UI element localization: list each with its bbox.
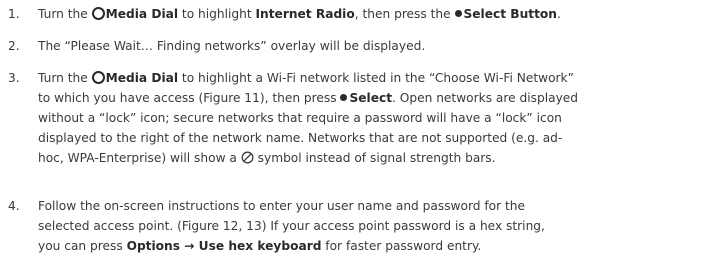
select-label: Select bbox=[349, 91, 393, 105]
no-entry-icon bbox=[241, 150, 254, 170]
select-button-icon bbox=[340, 94, 348, 101]
text-run: , then press the bbox=[354, 7, 455, 21]
select-button-label: Select Button bbox=[463, 7, 557, 21]
step-line: displayed to the right of the network na… bbox=[38, 131, 563, 145]
step-line: Follow the on-screen instructions to ent… bbox=[38, 199, 526, 213]
step-text: Follow the on-screen instructions to ent… bbox=[38, 196, 708, 256]
media-dial-label: Media Dial bbox=[105, 7, 179, 21]
step-text: Turn the Media Dial to highlight a Wi-Fi… bbox=[38, 68, 708, 168]
step-line: without a “lock” icon; secure networks t… bbox=[38, 111, 562, 125]
media-dial-icon bbox=[91, 71, 105, 84]
media-dial-label: Media Dial bbox=[105, 71, 179, 85]
select-button-icon bbox=[454, 10, 462, 17]
text-run: hoc, WPA-Enterprise) will show a bbox=[38, 151, 241, 165]
step-line: The “Please Wait… Finding networks” over… bbox=[38, 39, 426, 53]
internet-radio-label: Internet Radio bbox=[255, 7, 355, 21]
text-run: Turn the bbox=[38, 7, 92, 21]
text-run: for faster password entry. bbox=[321, 239, 482, 253]
step-line: to which you have access (Figure 11), th… bbox=[38, 88, 708, 108]
step-text: Turn the Media Dial to highlight Interne… bbox=[38, 4, 708, 24]
text-run: to which you have access (Figure 11), th… bbox=[38, 91, 341, 105]
step-line: Turn the Media Dial to highlight a Wi-Fi… bbox=[38, 68, 708, 88]
media-dial-icon bbox=[91, 7, 105, 20]
text-run: to highlight bbox=[178, 7, 256, 21]
step-number: 3. bbox=[8, 71, 20, 85]
step-number: 4. bbox=[8, 199, 20, 213]
step-text: The “Please Wait… Finding networks” over… bbox=[38, 36, 708, 56]
options-hex-keyboard-label: Options → Use hex keyboard bbox=[126, 239, 322, 253]
step-line: you can press Options → Use hex keyboard… bbox=[38, 236, 708, 256]
step-number: 2. bbox=[8, 39, 20, 53]
step-line: hoc, WPA-Enterprise) will show a symbol … bbox=[38, 148, 708, 168]
text-run: Turn the bbox=[38, 71, 92, 85]
text-run: to highlight a Wi-Fi network listed in t… bbox=[178, 71, 574, 85]
text-run: symbol instead of signal strength bars. bbox=[253, 151, 496, 165]
text-run: . Open networks are displayed bbox=[392, 91, 579, 105]
step-line: selected access point. (Figure 12, 13) I… bbox=[38, 219, 545, 233]
text-run: you can press bbox=[38, 239, 127, 253]
text-run: . bbox=[556, 7, 561, 21]
step-line: Turn the Media Dial to highlight Interne… bbox=[38, 4, 708, 24]
step-number: 1. bbox=[8, 7, 20, 21]
